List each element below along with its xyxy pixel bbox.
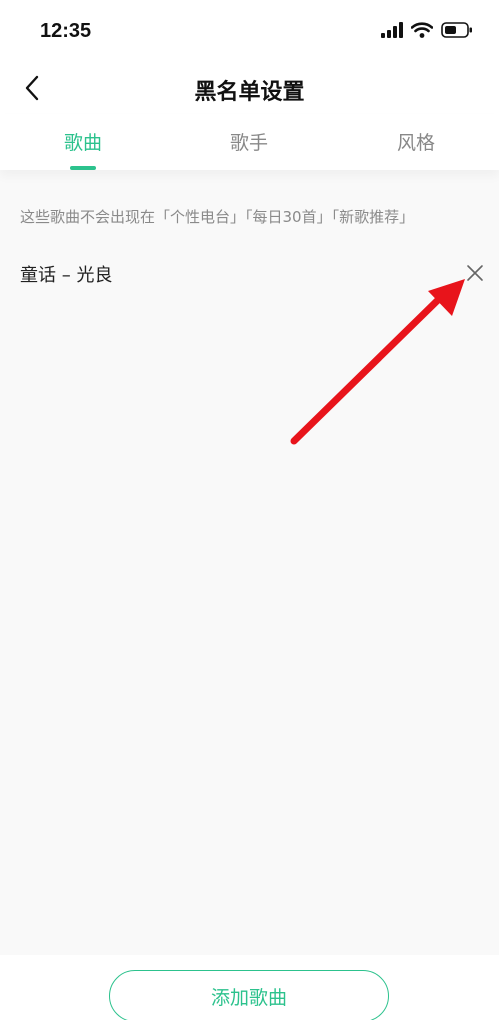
add-song-button[interactable]: 添加歌曲 [109,970,389,1020]
tab-bar: 歌曲 歌手 风格 [0,114,499,170]
tab-songs[interactable]: 歌曲 [23,128,143,155]
status-time: 12:35 [40,20,92,42]
battery-icon [441,22,472,38]
list-item: 童话 – 光良 [0,248,499,298]
blacklist-settings-screen: 12:35 黑名单设置 歌曲 歌手 风格 这些歌曲不会出现在「个性电台」「每日3… [0,0,499,1020]
bottom-bar: 添加歌曲 [0,955,499,1020]
page-title: 黑名单设置 [194,80,305,105]
wifi-icon [411,22,433,38]
status-bar: 12:35 [0,0,499,62]
cellular-signal-icon [381,22,403,38]
tab-singers[interactable]: 歌手 [189,128,309,155]
blacklist-hint: 这些歌曲不会出现在「个性电台」「每日30首」「新歌推荐」 [20,208,415,226]
status-icons [381,22,473,38]
close-icon [467,265,483,281]
nav-header: 黑名单设置 [0,62,499,114]
song-title: 童话 – 光良 [20,265,113,286]
tab-styles[interactable]: 风格 [356,128,476,155]
active-tab-indicator [70,166,96,170]
remove-song-button[interactable] [462,260,488,286]
